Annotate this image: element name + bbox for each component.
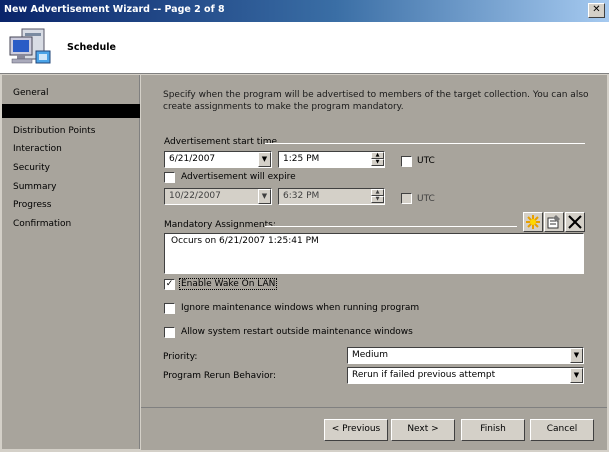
start-time-spinner[interactable]: 1:25 PM ▲ ▼ (278, 151, 385, 168)
priority-select[interactable]: Medium ▼ (347, 347, 584, 364)
window-title: New Advertisement Wizard -- Page 2 of 8 (4, 4, 225, 15)
expire-date-value: 10/22/2007 (169, 191, 221, 201)
sidebar-item-progress[interactable]: Progress (13, 200, 51, 210)
chevron-down-icon[interactable]: ▼ (570, 368, 583, 383)
checkmark-icon: ✓ (165, 279, 174, 289)
mandatory-group-label: Mandatory Assignments: (164, 220, 276, 230)
allow-restart-checkbox[interactable] (164, 327, 175, 338)
previous-button[interactable]: < Previous (324, 419, 388, 441)
expire-utc-label: UTC (417, 194, 435, 204)
star-new-icon (526, 215, 540, 229)
sidebar-item-selected[interactable] (2, 104, 140, 118)
sidebar-item-general[interactable]: General (13, 88, 48, 98)
sidebar-item-security[interactable]: Security (13, 163, 50, 173)
spinner-icon[interactable]: ▲ ▼ (371, 152, 384, 167)
assignment-properties-button[interactable] (544, 212, 564, 232)
rerun-value: Rerun if failed previous attempt (352, 370, 496, 380)
sidebar-item-interaction[interactable]: Interaction (13, 144, 62, 154)
start-utc-checkbox[interactable] (401, 156, 412, 167)
wake-on-lan-label: Enable Wake On LAN (179, 278, 278, 290)
chevron-down-icon[interactable]: ▼ (258, 189, 271, 204)
computer-icon (9, 28, 51, 64)
page-title: Schedule (67, 42, 116, 53)
group-divider (265, 226, 517, 227)
wizard-content: Specify when the program will be adverti… (141, 75, 607, 407)
wizard-sidebar: General Distribution Points Interaction … (2, 75, 140, 449)
close-icon[interactable]: ✕ (588, 3, 605, 18)
sidebar-item-distribution-points[interactable]: Distribution Points (13, 126, 95, 136)
chevron-down-icon[interactable]: ▼ (570, 348, 583, 363)
start-time-value: 1:25 PM (283, 154, 320, 164)
start-utc-label: UTC (417, 156, 435, 166)
finish-button[interactable]: Finish (461, 419, 525, 441)
chevron-down-icon[interactable]: ▼ (258, 152, 271, 167)
start-date-picker[interactable]: 6/21/2007 ▼ (164, 151, 272, 168)
ignore-maintenance-checkbox[interactable] (164, 303, 175, 314)
rerun-label: Program Rerun Behavior: (163, 371, 277, 381)
expire-time-spinner[interactable]: 6:32 PM ▲ ▼ (278, 188, 385, 205)
cancel-button[interactable]: Cancel (530, 419, 594, 441)
allow-restart-label: Allow system restart outside maintenance… (181, 327, 413, 337)
expire-date-picker[interactable]: 10/22/2007 ▼ (164, 188, 272, 205)
start-date-value: 6/21/2007 (169, 154, 216, 164)
expire-utc-checkbox[interactable] (401, 193, 412, 204)
description-text: Specify when the program will be adverti… (163, 90, 589, 112)
sidebar-item-summary[interactable]: Summary (13, 182, 57, 192)
list-item[interactable]: Occurs on 6/21/2007 1:25:41 PM (171, 236, 583, 246)
delete-assignment-button[interactable] (565, 212, 585, 232)
priority-value: Medium (352, 350, 388, 360)
spinner-icon[interactable]: ▲ ▼ (371, 189, 384, 204)
expire-label: Advertisement will expire (181, 172, 296, 182)
sidebar-item-confirmation[interactable]: Confirmation (13, 219, 71, 229)
title-bar: New Advertisement Wizard -- Page 2 of 8 … (0, 0, 609, 22)
properties-icon (547, 215, 560, 229)
wizard-footer: < Previous Next > Finish Cancel (141, 407, 607, 450)
delete-x-icon (568, 215, 582, 229)
wake-on-lan-checkbox[interactable]: ✓ (164, 279, 175, 290)
rerun-select[interactable]: Rerun if failed previous attempt ▼ (347, 367, 584, 384)
group-divider (265, 143, 585, 144)
new-assignment-button[interactable] (523, 212, 543, 232)
wizard-header: Schedule (0, 22, 609, 74)
expire-checkbox[interactable] (164, 172, 175, 183)
next-button[interactable]: Next > (391, 419, 455, 441)
ignore-maintenance-label: Ignore maintenance windows when running … (181, 303, 420, 313)
priority-label: Priority: (163, 352, 198, 362)
mandatory-assignments-list[interactable]: Occurs on 6/21/2007 1:25:41 PM (164, 233, 584, 274)
start-time-group-label: Advertisement start time (164, 137, 278, 147)
expire-time-value: 6:32 PM (283, 191, 320, 201)
